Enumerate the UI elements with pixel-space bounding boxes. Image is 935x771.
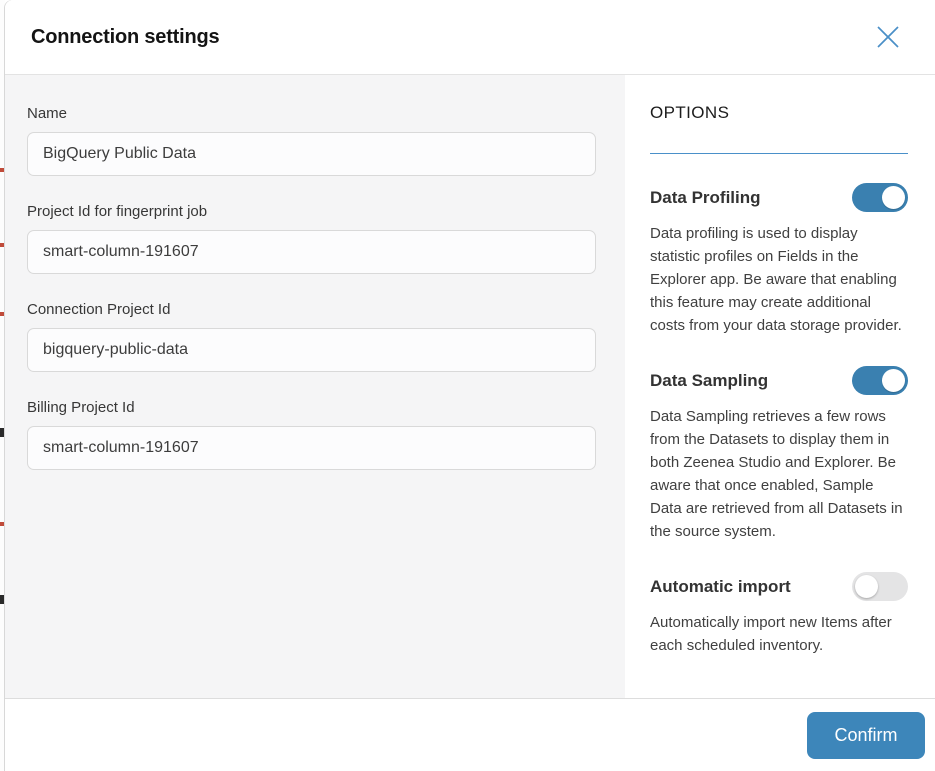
edge-artifact: [0, 243, 4, 247]
dialog-title: Connection settings: [31, 26, 219, 49]
options-divider: [650, 153, 908, 154]
connection-project-id-input[interactable]: [27, 328, 596, 372]
connection-form: Name Project Id for fingerprint job Conn…: [5, 75, 625, 698]
option-automatic-import: Automatic import Automatically import ne…: [650, 572, 908, 657]
edge-artifact: [0, 595, 4, 604]
automatic-import-description: Automatically import new Items after eac…: [650, 611, 908, 657]
edge-artifact: [0, 522, 4, 526]
options-heading: OPTIONS: [650, 103, 908, 123]
data-profiling-description: Data profiling is used to display statis…: [650, 222, 908, 337]
edge-artifact: [0, 428, 4, 437]
data-profiling-toggle[interactable]: [852, 183, 908, 212]
name-input[interactable]: [27, 132, 596, 176]
billing-project-id-label: Billing Project Id: [27, 399, 596, 416]
close-button[interactable]: [871, 20, 905, 54]
edge-artifact: [0, 312, 4, 316]
toggle-knob: [882, 369, 905, 392]
confirm-button[interactable]: Confirm: [807, 712, 925, 759]
automatic-import-toggle[interactable]: [852, 572, 908, 601]
toggle-knob: [855, 575, 878, 598]
field-connection-project-id: Connection Project Id: [27, 301, 596, 372]
dialog-header: Connection settings: [5, 0, 935, 75]
data-sampling-title: Data Sampling: [650, 371, 768, 391]
field-name: Name: [27, 105, 596, 176]
connection-settings-dialog: Connection settings Name Project Id for …: [5, 0, 935, 771]
billing-project-id-input[interactable]: [27, 426, 596, 470]
dialog-footer: Confirm: [5, 698, 935, 771]
field-billing-project-id: Billing Project Id: [27, 399, 596, 470]
dialog-body: Name Project Id for fingerprint job Conn…: [5, 75, 935, 698]
close-icon: [875, 38, 901, 53]
option-data-sampling: Data Sampling Data Sampling retrieves a …: [650, 366, 908, 543]
name-label: Name: [27, 105, 596, 122]
fingerprint-project-id-label: Project Id for fingerprint job: [27, 203, 596, 220]
data-profiling-title: Data Profiling: [650, 188, 761, 208]
field-fingerprint-project-id: Project Id for fingerprint job: [27, 203, 596, 274]
options-panel: OPTIONS Data Profiling Data profiling is…: [625, 75, 935, 698]
edge-artifact: [0, 168, 4, 172]
connection-project-id-label: Connection Project Id: [27, 301, 596, 318]
data-sampling-toggle[interactable]: [852, 366, 908, 395]
option-data-profiling: Data Profiling Data profiling is used to…: [650, 183, 908, 337]
toggle-knob: [882, 186, 905, 209]
data-sampling-description: Data Sampling retrieves a few rows from …: [650, 405, 908, 543]
fingerprint-project-id-input[interactable]: [27, 230, 596, 274]
automatic-import-title: Automatic import: [650, 577, 791, 597]
